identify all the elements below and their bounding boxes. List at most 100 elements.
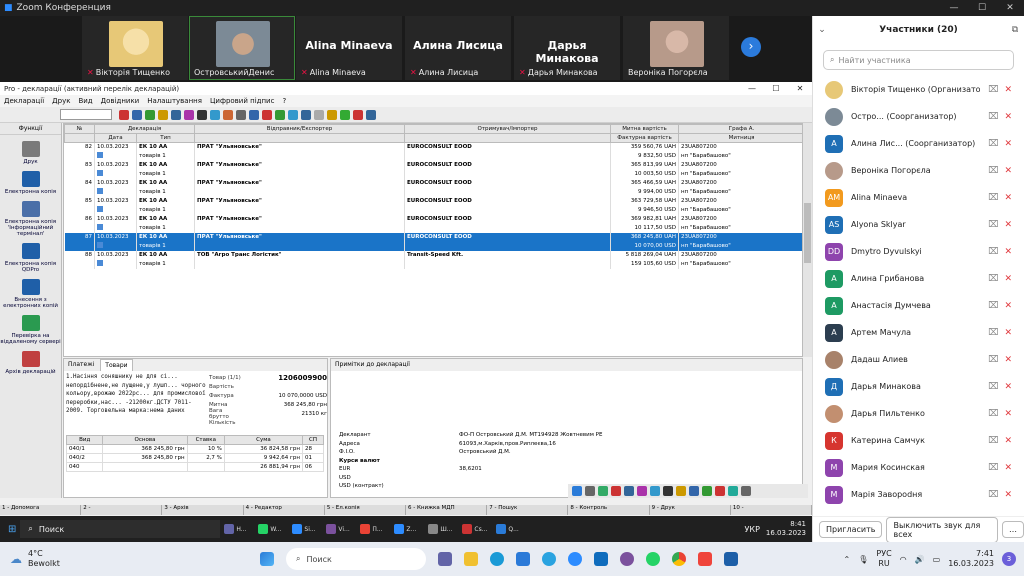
menu-item[interactable]: Друк [52,97,70,105]
toolbar-button-icon[interactable] [184,109,194,120]
app-minimize-button[interactable]: — [740,84,764,93]
table-row-sub[interactable]: товарів 1 9 994,00 USD нп "Барабашово" [64,187,802,197]
participant-row[interactable]: DD Dmytro Dyvulskyi ⌧ ✕ [813,238,1024,265]
store-icon[interactable] [516,552,530,566]
remote-lang[interactable]: УКР [745,525,760,534]
minimize-button[interactable]: — [940,3,968,13]
toolbar-button-icon[interactable] [262,109,272,120]
participant-row[interactable]: Дарья Пильтенко ⌧ ✕ [813,400,1024,427]
duty-col-header[interactable]: Основа [102,435,188,445]
windows-start-icon[interactable] [260,552,274,566]
participant-row[interactable]: А Алина Грибанова ⌧ ✕ [813,265,1024,292]
taskbar-search[interactable]: ⌕ Поиск [286,548,426,570]
volume-icon[interactable]: 🔊 [915,555,925,564]
close-button[interactable]: ✕ [996,3,1024,13]
telegram-icon[interactable] [542,552,556,566]
function-key[interactable]: 5 - Ел.копія [325,505,407,515]
scrollbar-thumb[interactable] [804,203,811,263]
menu-item[interactable]: Налаштування [147,97,202,105]
mini-toolbar-icon[interactable] [663,486,673,496]
participant-row[interactable]: Вікторія Тищенко (Организатор, я) ⌧ ✕ [813,76,1024,103]
duty-col-header[interactable]: СП [302,435,324,445]
popout-icon[interactable]: ⧉ [1006,25,1024,35]
participant-row[interactable]: Дадаш Алиев ⌧ ✕ [813,346,1024,373]
remote-taskbar-app[interactable]: W... [258,521,288,537]
remote-taskbar-app[interactable]: Q... [496,521,526,537]
table-row[interactable]: 85 10.03.2023 ЕК 10 АА ПРАТ "Ульяновське" EU… [64,196,802,206]
microphone-icon[interactable]: 🎙 [858,555,868,564]
toolbar-button-icon[interactable] [236,109,246,120]
participant-row[interactable]: А Артем Мачула ⌧ ✕ [813,319,1024,346]
table-row[interactable]: 83 10.03.2023 ЕК 10 АА ПРАТ "Ульяновське" EU… [64,160,802,170]
table-row-sub[interactable]: товарів 1 9 946,50 USD нп "Барабашово" [64,205,802,215]
col-header-customs-value[interactable]: Митна вартість [610,124,679,134]
menu-item[interactable]: Цифровий підпис [210,97,274,105]
function-key[interactable]: 8 - Контроль [568,505,650,515]
col-header-receiver[interactable]: Отримувач/Імпортер [404,124,611,134]
table-row[interactable]: 84 10.03.2023 ЕК 10 АА ПРАТ "Ульяновське" EU… [64,178,802,188]
participant-row[interactable]: К Катерина Самчук ⌧ ✕ [813,427,1024,454]
function-key[interactable]: 9 - Друк [650,505,731,515]
chrome-icon[interactable] [672,552,686,566]
menu-item[interactable]: ? [282,97,286,105]
sidebar-function[interactable]: Електронна копія [0,171,61,195]
col-header-no[interactable]: № [64,124,95,134]
function-key[interactable]: 7 - Пошук [487,505,569,515]
more-button[interactable]: … [1002,521,1024,538]
table-row-sub[interactable]: товарів 1 9 832,50 USD нп "Барабашово" [64,151,802,161]
toolbar-button-icon[interactable] [223,109,233,120]
sidebar-function[interactable]: Архів декларацій [0,351,61,375]
col-header-type[interactable]: Тип [136,133,195,143]
participant-row[interactable]: Вероніка Погорєла ⌧ ✕ [813,157,1024,184]
mute-all-button[interactable]: Выключить звук для всех [886,516,998,543]
table-row[interactable]: 88 10.03.2023 ЕК 10 АА ТОВ "Агро Транс Логі… [64,250,802,260]
menu-item[interactable]: Вид [78,97,92,105]
toolbar-button-icon[interactable] [340,109,350,120]
video-tile[interactable]: ✕ Вікторія Тищенко [82,16,188,80]
participant-row[interactable]: AS Alyona Sklyar ⌧ ✕ [813,211,1024,238]
mini-toolbar-icon[interactable] [611,486,621,496]
duty-row[interactable]: 040/2 368 245,80 грн 2,7 % 9 942,64 грн 01 [65,453,324,463]
table-row-sub[interactable]: товарів 1 10 070,00 USD нп "Барабашово" [64,241,802,251]
menu-item[interactable]: Декларації [4,97,44,105]
mini-toolbar-icon[interactable] [572,486,582,496]
mini-toolbar-icon[interactable] [598,486,608,496]
toolbar-button-icon[interactable] [197,109,207,120]
sidebar-function[interactable]: Внесення з електронних копій [0,279,61,309]
toolbar-button-icon[interactable] [171,109,181,120]
toolbar-button-icon[interactable] [366,109,376,120]
grid-scrollbar[interactable] [803,123,812,357]
toolbar-button-icon[interactable] [327,109,337,120]
menu-item[interactable]: Довідники [101,97,140,105]
toolbar-button-icon[interactable] [145,109,155,120]
sidebar-function[interactable]: Електронна копія QDPro [0,243,61,273]
remote-taskbar-app[interactable]: Si... [292,521,322,537]
chat-app-icon[interactable] [438,552,452,566]
table-row[interactable]: 87 10.03.2023 ЕК 10 АА ПРАТ "Ульяновське" EU… [64,232,802,242]
toolbar-dropdown[interactable] [60,109,112,120]
remote-taskbar-app[interactable]: Z... [394,521,424,537]
video-tile[interactable]: Алина Лисица ✕ Алина Лисица [405,16,511,80]
mini-toolbar-icon[interactable] [702,486,712,496]
table-row[interactable]: 82 10.03.2023 ЕК 10 АА ПРАТ "Ульяновське" EU… [64,142,802,152]
wifi-icon[interactable]: ◠ [900,555,907,564]
outlook-icon[interactable] [594,552,608,566]
toolbar-button-icon[interactable] [210,109,220,120]
function-key[interactable]: 10 - [731,505,813,515]
video-tile-active[interactable]: ОстровськийДенис [189,16,295,80]
table-row-sub[interactable]: товарів 1 159 105,60 USD нп "Барабашово" [64,259,802,269]
zoom-icon[interactable] [568,552,582,566]
windows-start-icon[interactable]: ⊞ [8,524,16,535]
chevron-down-icon[interactable]: ⌄ [813,25,831,35]
tab-goods[interactable]: Товари [100,359,133,371]
sidebar-function[interactable]: Перевірка на віддаленому сервері [0,315,61,345]
participant-row[interactable]: А Анастасія Думчева ⌧ ✕ [813,292,1024,319]
participant-row[interactable]: М Марія Заворodня ⌧ ✕ [813,481,1024,508]
app-close-button[interactable]: ✕ [788,84,812,93]
toolbar-button-icon[interactable] [119,109,129,120]
sidebar-function[interactable]: Електронна копія 'Інформаційний термінал… [0,201,61,237]
toolbar-button-icon[interactable] [158,109,168,120]
toolbar-button-icon[interactable] [301,109,311,120]
col-header-graph-a[interactable]: Графа A. [678,124,802,134]
col-header-date[interactable]: Дата [94,133,137,143]
